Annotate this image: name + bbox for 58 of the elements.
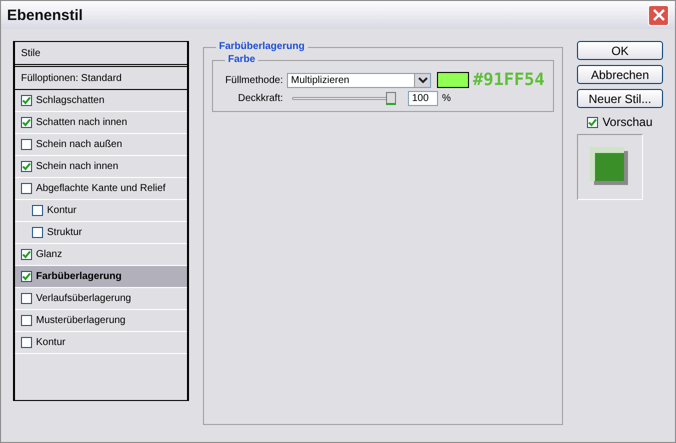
dialog-button[interactable]: OK (577, 41, 663, 60)
style-item[interactable]: Kontur (15, 200, 187, 222)
percent-label: % (442, 92, 451, 104)
group-title: Farbe (225, 54, 258, 65)
window-title: Ebenenstil (7, 6, 83, 24)
style-item[interactable]: Kontur (15, 332, 187, 354)
checkbox[interactable] (21, 95, 32, 106)
close-icon (652, 9, 664, 21)
checkbox[interactable] (21, 337, 32, 348)
style-label: Kontur (36, 337, 66, 348)
checkbox[interactable] (32, 205, 43, 216)
checkbox[interactable] (21, 117, 32, 128)
caret-icon (418, 76, 428, 84)
checkbox[interactable] (21, 249, 32, 260)
style-item[interactable]: Schein nach außen (15, 134, 187, 156)
style-item[interactable]: Abgeflachte Kante und Relief (15, 178, 187, 200)
checkbox[interactable] (21, 161, 32, 172)
style-item[interactable]: Farbüberlagerung (15, 266, 187, 288)
style-item[interactable]: Musterüberlagerung (15, 310, 187, 332)
style-label: Farbüberlagerung (36, 271, 122, 282)
style-item[interactable]: Schein nach innen (15, 156, 187, 178)
style-label: Abgeflachte Kante und Relief (36, 183, 166, 194)
opacity-label: Deckkraft: (236, 92, 283, 104)
opacity-slider[interactable] (292, 91, 396, 105)
style-label: Glanz (36, 249, 62, 260)
style-header[interactable]: Fülloptionen: Standard (15, 67, 187, 90)
style-label: Musterüberlagerung (36, 315, 126, 326)
panel-title: Farbüberlagerung (216, 41, 308, 52)
slider-thumb[interactable] (386, 92, 396, 105)
style-label: Schlagschatten (36, 95, 104, 106)
style-label: Struktur (47, 227, 82, 238)
square-icon (590, 147, 630, 187)
style-item[interactable]: Struktur (15, 222, 187, 244)
style-label: Schatten nach innen (36, 117, 128, 128)
checkbox[interactable] (21, 315, 32, 326)
style-label: Kontur (47, 205, 76, 216)
checkbox[interactable] (21, 293, 32, 304)
dialog-button[interactable]: Abbrechen (577, 65, 663, 84)
checkbox[interactable] (21, 183, 32, 194)
preview-label: Vorschau (602, 115, 653, 129)
opacity-field[interactable]: 100 (408, 90, 438, 106)
close-button[interactable] (648, 4, 669, 26)
checkbox[interactable] (21, 271, 32, 282)
checkbox[interactable] (32, 227, 43, 238)
color-hex: #91FF54 (473, 70, 545, 90)
style-label: Schein nach innen (36, 161, 118, 172)
style-item[interactable]: Verlaufsüberlagerung (15, 288, 187, 310)
blend-mode-label: Füllmethode: (224, 74, 283, 86)
dialog-button[interactable]: Neuer Stil... (577, 89, 663, 108)
color-swatch[interactable] (437, 72, 469, 88)
checkbox[interactable] (587, 116, 598, 128)
checkbox[interactable] (21, 139, 32, 150)
style-label: Schein nach außen (36, 139, 122, 150)
style-item[interactable]: Schatten nach innen (15, 112, 187, 134)
blend-mode-dropdown[interactable]: Multiplizieren (287, 72, 431, 88)
style-item[interactable]: Schlagschatten (15, 90, 187, 112)
style-label: Verlaufsüberlagerung (36, 293, 132, 304)
style-header[interactable]: Stile (15, 42, 187, 67)
